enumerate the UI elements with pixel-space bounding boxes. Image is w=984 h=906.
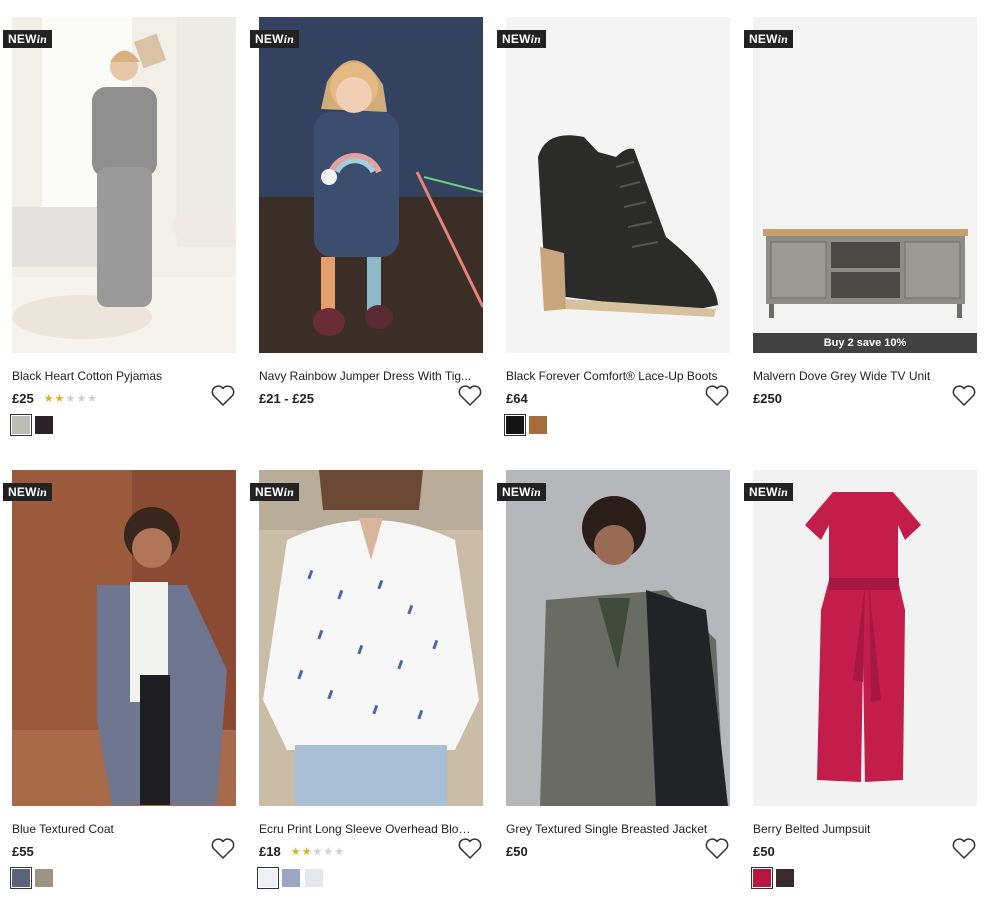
product-price: £18 [259,844,281,859]
product-image[interactable] [506,470,730,806]
product-title[interactable]: Ecru Print Long Sleeve Overhead Blouse [259,821,475,837]
star-icon: ★ [290,846,302,858]
new-in-badge: NEWin [3,30,53,48]
product-image[interactable]: Buy 2 save 10% [753,17,977,353]
colour-swatches [753,416,977,438]
colour-swatch[interactable] [35,869,53,887]
product-title[interactable]: Black Heart Cotton Pyjamas [12,368,228,384]
star-icon: ★ [334,846,346,858]
colour-swatch[interactable] [10,414,32,436]
colour-swatch[interactable] [282,869,300,887]
rating-stars: ★★★★★ [291,841,345,863]
star-icon: ★ [87,393,99,405]
product-card[interactable]: NEWin Black Heart Cotton Pyjamas £25 ★★★… [3,17,236,438]
star-icon: ★ [301,846,313,858]
product-title[interactable]: Berry Belted Jumpsuit [753,821,969,837]
heart-icon[interactable] [210,837,236,861]
colour-swatch[interactable] [504,414,526,436]
product-image[interactable] [506,17,730,353]
promo-banner: Buy 2 save 10% [753,333,977,353]
product-image[interactable] [753,470,977,806]
heart-icon[interactable] [457,384,483,408]
star-icon: ★ [76,393,88,405]
star-icon: ★ [54,393,66,405]
product-card[interactable]: NEWin Grey Textured Single Breasted Jack… [497,470,730,891]
star-icon: ★ [323,846,335,858]
colour-swatches [259,416,483,438]
new-in-badge: NEWin [3,483,53,501]
heart-icon[interactable] [951,384,977,408]
product-title[interactable]: Black Forever Comfort® Lace-Up Boots [506,368,722,384]
colour-swatches [751,867,977,891]
colour-swatch[interactable] [529,416,547,434]
star-icon: ★ [43,393,55,405]
product-title[interactable]: Grey Textured Single Breasted Jacket [506,821,722,837]
new-in-badge: NEWin [497,30,547,48]
product-price: £50 [753,844,775,859]
product-grid: NEWin Black Heart Cotton Pyjamas £25 ★★★… [0,0,984,906]
new-in-badge: NEWin [744,483,794,501]
colour-swatch[interactable] [305,869,323,887]
product-card[interactable]: NEWin Berry Belted Jumpsuit £50 [744,470,977,891]
new-in-badge: NEWin [744,30,794,48]
product-price: £55 [12,844,34,859]
new-in-badge: NEWin [250,483,300,501]
star-icon: ★ [312,846,324,858]
product-card[interactable]: NEWin Navy Rainbow Jumper Dress With Tig… [250,17,483,438]
rating-stars: ★★★★★ [44,388,98,410]
product-title[interactable]: Malvern Dove Grey Wide TV Unit [753,368,969,384]
product-image[interactable] [259,17,483,353]
heart-icon[interactable] [704,837,730,861]
colour-swatch[interactable] [751,867,773,889]
heart-icon[interactable] [704,384,730,408]
product-title[interactable]: Blue Textured Coat [12,821,228,837]
colour-swatch[interactable] [35,416,53,434]
new-in-badge: NEWin [497,483,547,501]
product-price: £50 [506,844,528,859]
product-image[interactable] [12,17,236,353]
heart-icon[interactable] [951,837,977,861]
product-image[interactable] [259,470,483,806]
product-image[interactable] [12,470,236,806]
product-card[interactable]: Buy 2 save 10% NEWin Malvern Dove Grey W… [744,17,977,438]
heart-icon[interactable] [457,837,483,861]
product-title[interactable]: Navy Rainbow Jumper Dress With Tig... [259,368,475,384]
product-card[interactable]: NEWin Blue Textured Coat £55 [3,470,236,891]
heart-icon[interactable] [210,384,236,408]
product-price: £25 [12,391,34,406]
colour-swatches [10,414,236,438]
colour-swatches [506,869,730,891]
product-card[interactable]: NEWin Black Forever Comfort® Lace-Up Boo… [497,17,730,438]
colour-swatch[interactable] [257,867,279,889]
colour-swatch[interactable] [10,867,32,889]
colour-swatch[interactable] [776,869,794,887]
product-price: £64 [506,391,528,406]
product-price: £21 - £25 [259,391,314,406]
product-card[interactable]: NEWin Ecru Print Long Sleeve Overhead Bl… [250,470,483,891]
colour-swatches [504,414,730,438]
product-price: £250 [753,391,782,406]
star-icon: ★ [65,393,77,405]
colour-swatches [10,867,236,891]
new-in-badge: NEWin [250,30,300,48]
colour-swatches [257,867,483,891]
